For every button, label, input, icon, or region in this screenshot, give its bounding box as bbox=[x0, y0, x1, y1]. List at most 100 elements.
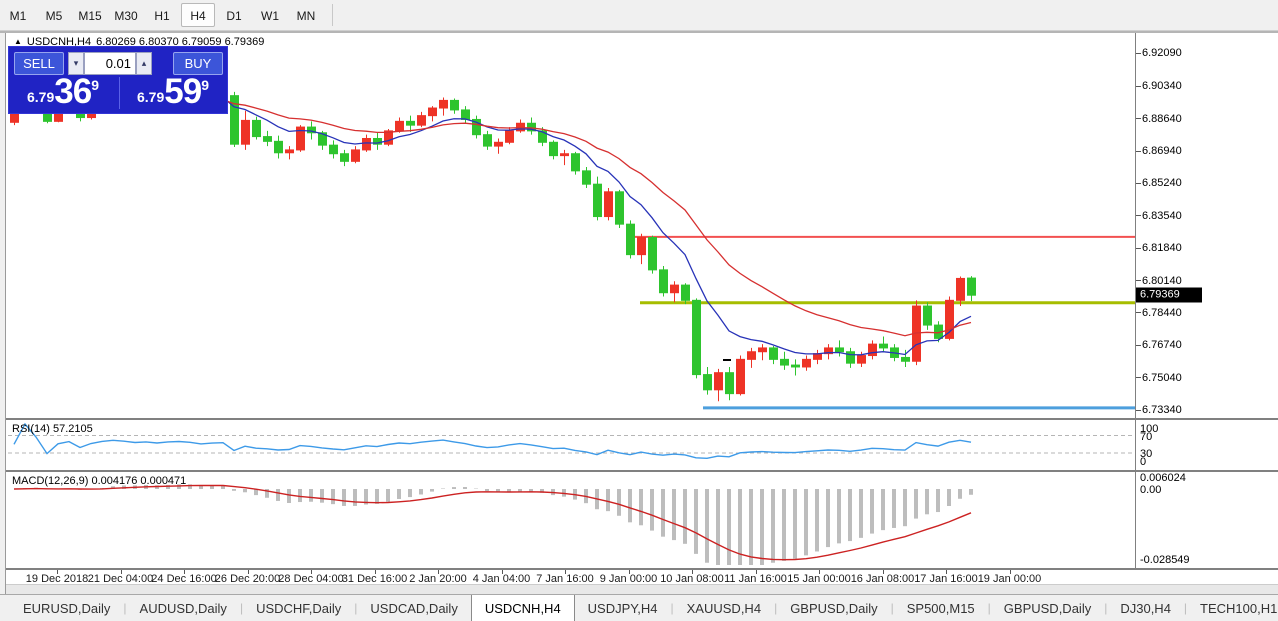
ma-fast-line bbox=[14, 96, 971, 355]
buy-price-pips: 59 bbox=[164, 75, 201, 109]
time-axis-label: 17 Jan 16:00 bbox=[914, 573, 978, 585]
candle-body bbox=[550, 142, 558, 155]
price-axis-label: 6.86940 bbox=[1142, 145, 1182, 157]
candle-body bbox=[341, 154, 349, 162]
timeframe-button-h4[interactable]: H4 bbox=[181, 3, 215, 27]
time-axis-label: 2 Jan 20:00 bbox=[409, 573, 467, 585]
price-axis-label: 6.76740 bbox=[1142, 339, 1182, 351]
chart-tab-gbpusd-daily[interactable]: GBPUSD,Daily bbox=[777, 595, 890, 621]
chart-tab-xauusd-h4[interactable]: XAUUSD,H4 bbox=[674, 595, 774, 621]
candle-body bbox=[957, 278, 965, 300]
ma-slow-line bbox=[14, 100, 971, 336]
symbol-tab-bar: EURUSD,Daily|AUDUSD,Daily|USDCHF,Daily|U… bbox=[0, 594, 1278, 621]
candle-body bbox=[682, 285, 690, 300]
timeframe-button-d1[interactable]: D1 bbox=[217, 3, 251, 27]
timeframe-button-m5[interactable]: M5 bbox=[37, 3, 71, 27]
macd-axis-label: -0.028549 bbox=[1140, 554, 1190, 566]
terminal-window: M1M5M15M30H1H4D1W1MN ▲ USDCNH,H4 6.80269… bbox=[0, 0, 1278, 621]
price-axis-tick bbox=[1136, 151, 1141, 152]
volume-increase-button[interactable]: ▴ bbox=[136, 52, 152, 75]
time-axis-label: 11 Jan 16:00 bbox=[724, 573, 787, 585]
price-axis-tick bbox=[1136, 410, 1141, 411]
macd-label: MACD(12,26,9) 0.004176 0.000471 bbox=[12, 475, 186, 487]
timeframe-button-m30[interactable]: M30 bbox=[109, 3, 143, 27]
chart-tab-usdjpy-h4[interactable]: USDJPY,H4 bbox=[575, 595, 671, 621]
candle-body bbox=[968, 278, 976, 295]
chart-tab-usdchf-daily[interactable]: USDCHF,Daily bbox=[243, 595, 354, 621]
timeframe-toolbar: M1M5M15M30H1H4D1W1MN bbox=[0, 0, 1278, 31]
candle-body bbox=[803, 359, 811, 367]
chart-tab-eurusd-daily[interactable]: EURUSD,Daily bbox=[10, 595, 123, 621]
candle-body bbox=[847, 352, 855, 363]
one-click-trading-panel: SELL ▾ 0.01 ▴ BUY 6.79 36 9 6.79 59 9 bbox=[8, 46, 228, 114]
candle-body bbox=[275, 141, 283, 152]
candle-body bbox=[484, 135, 492, 146]
chart-tab-audusd-daily[interactable]: AUDUSD,Daily bbox=[127, 595, 240, 621]
rsi-label: RSI(14) 57.2105 bbox=[12, 423, 93, 435]
time-axis-label: 9 Jan 00:00 bbox=[600, 573, 658, 585]
timeframe-button-h1[interactable]: H1 bbox=[145, 3, 179, 27]
price-axis-label: 6.83540 bbox=[1142, 210, 1182, 222]
candle-body bbox=[440, 100, 448, 108]
candle-body bbox=[363, 138, 371, 149]
sell-price-integer: 6.79 bbox=[27, 89, 54, 105]
panel-divider[interactable] bbox=[6, 470, 1278, 472]
collapse-panel-triangle-icon[interactable]: ▲ bbox=[14, 38, 22, 46]
price-axis-tick bbox=[1136, 53, 1141, 54]
candle-body bbox=[396, 121, 404, 131]
time-axis-label: 28 Dec 04:00 bbox=[278, 573, 343, 585]
buy-price-point: 9 bbox=[201, 77, 209, 93]
volume-input[interactable]: 0.01 bbox=[84, 52, 136, 75]
timeframe-button-m15[interactable]: M15 bbox=[73, 3, 107, 27]
price-axis-tick bbox=[1136, 280, 1141, 281]
price-axis-label: 6.92090 bbox=[1142, 47, 1182, 59]
timeframe-button-mn[interactable]: MN bbox=[289, 3, 323, 27]
candle-body bbox=[286, 150, 294, 153]
price-axis-tick bbox=[1136, 377, 1141, 378]
candle-body bbox=[649, 237, 657, 269]
timeframe-button-w1[interactable]: W1 bbox=[253, 3, 287, 27]
candle-body bbox=[880, 344, 888, 348]
price-axis-label: 6.73340 bbox=[1142, 404, 1182, 416]
time-axis-label: 21 Dec 04:00 bbox=[88, 573, 153, 585]
sell-price-point: 9 bbox=[91, 77, 99, 93]
candle-body bbox=[836, 348, 844, 352]
toolbar-separator bbox=[332, 4, 333, 26]
candle-body bbox=[462, 110, 470, 120]
time-axis-label: 26 Dec 20:00 bbox=[215, 573, 280, 585]
candle-body bbox=[242, 120, 250, 144]
candle-body bbox=[869, 344, 877, 355]
rsi-axis-label: 0 bbox=[1140, 456, 1146, 468]
price-axis-tick bbox=[1136, 118, 1141, 119]
panel-divider[interactable] bbox=[6, 418, 1278, 420]
chart-tab-usdcnh-h4[interactable]: USDCNH,H4 bbox=[471, 594, 575, 621]
candle-body bbox=[638, 237, 646, 254]
timeframe-button-m1[interactable]: M1 bbox=[1, 3, 35, 27]
candle-body bbox=[561, 154, 569, 156]
rsi-indicator-canvas[interactable] bbox=[6, 420, 1135, 468]
candle-body bbox=[352, 150, 360, 161]
chart-tab-tech100-h1[interactable]: TECH100,H1 bbox=[1187, 595, 1278, 621]
chart-tab-gbpusd-daily[interactable]: GBPUSD,Daily bbox=[991, 595, 1104, 621]
chart-tab-sp500-m15[interactable]: SP500,M15 bbox=[894, 595, 988, 621]
price-axis-label: 6.90340 bbox=[1142, 80, 1182, 92]
chart-tab-dj30-h4[interactable]: DJ30,H4 bbox=[1107, 595, 1184, 621]
sell-price-display[interactable]: 6.79 36 9 bbox=[11, 75, 115, 109]
candle-body bbox=[759, 348, 767, 352]
time-axis-label: 15 Jan 00:00 bbox=[787, 573, 851, 585]
time-axis-label: 7 Jan 16:00 bbox=[536, 573, 594, 585]
candle-body bbox=[770, 348, 778, 359]
price-axis-label: 6.81840 bbox=[1142, 242, 1182, 254]
time-axis-label: 31 Dec 16:00 bbox=[342, 573, 407, 585]
horizontal-scrollbar[interactable] bbox=[6, 584, 1278, 594]
candle-body bbox=[407, 121, 415, 125]
candle-body bbox=[781, 359, 789, 365]
trade-panel-divider bbox=[119, 77, 120, 109]
buy-price-display[interactable]: 6.79 59 9 bbox=[121, 75, 225, 109]
candle-body bbox=[726, 373, 734, 394]
candle-body bbox=[253, 120, 261, 136]
price-axis-tick bbox=[1136, 345, 1141, 346]
chart-tab-usdcad-daily[interactable]: USDCAD,Daily bbox=[357, 595, 470, 621]
candle-body bbox=[594, 184, 602, 216]
time-axis-label: 16 Jan 08:00 bbox=[851, 573, 915, 585]
